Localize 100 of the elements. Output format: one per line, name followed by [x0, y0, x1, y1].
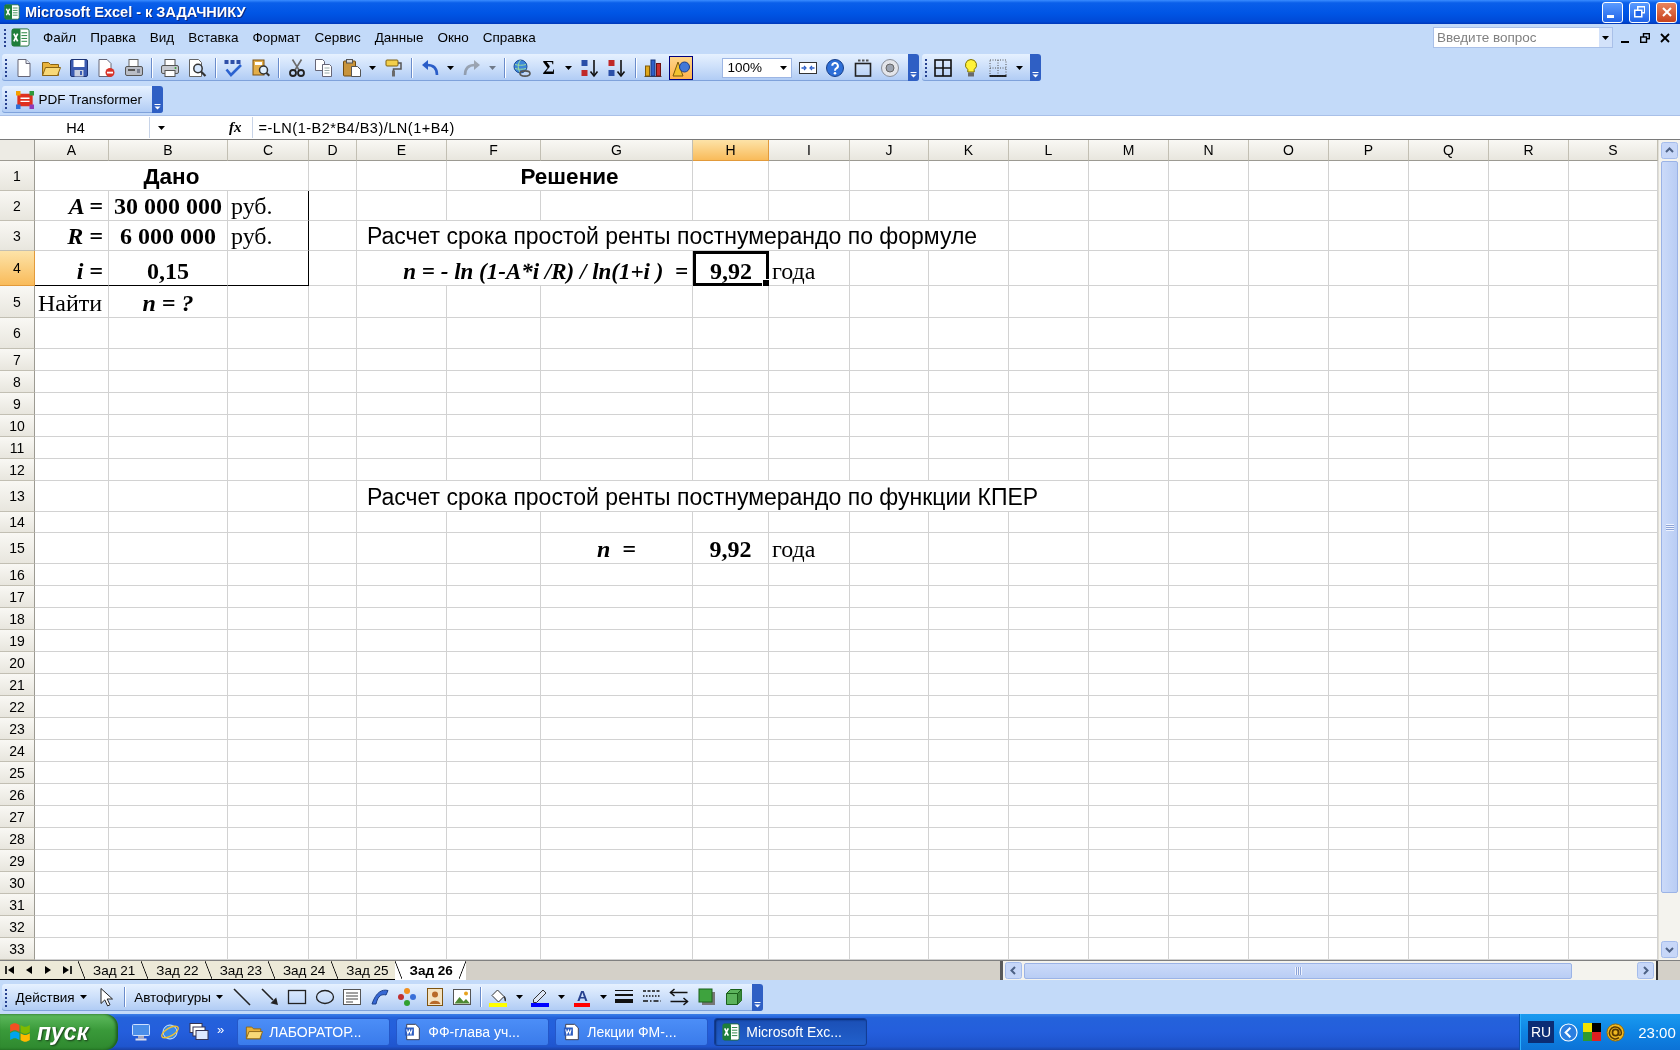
column-header[interactable]: B	[109, 140, 228, 161]
taskbar-button[interactable]: Лекции ФМ-...	[555, 1018, 709, 1046]
menu-button[interactable]: Действия	[11, 985, 91, 1009]
row-header[interactable]: 27	[0, 806, 35, 828]
row-header[interactable]: 15	[0, 533, 35, 564]
portrait-frame-icon[interactable]	[424, 987, 445, 1007]
dropdown-arrow-icon[interactable]	[780, 65, 788, 70]
document-badge-icon[interactable]	[96, 57, 116, 78]
bar-chart-icon[interactable]	[643, 57, 664, 78]
grip-icon[interactable]	[4, 58, 8, 77]
menu-button[interactable]: Автофигуры	[130, 985, 227, 1009]
column-header[interactable]: L	[1009, 140, 1089, 161]
tray-chevron-icon[interactable]	[1559, 1022, 1579, 1042]
scroll-down-icon[interactable]	[1661, 941, 1678, 958]
swoosh-icon[interactable]	[369, 987, 390, 1007]
row-header[interactable]: 6	[0, 318, 35, 349]
text-box-icon[interactable]	[342, 987, 363, 1007]
picture-icon[interactable]	[452, 987, 473, 1007]
row-header[interactable]: 10	[0, 415, 35, 437]
last-sheet-icon[interactable]	[62, 965, 72, 975]
sheet-cell[interactable]: руб.	[228, 221, 309, 251]
column-header[interactable]: J	[850, 140, 929, 161]
target-circle-icon[interactable]	[880, 57, 901, 78]
column-header[interactable]: H	[693, 140, 769, 161]
row-header[interactable]: 25	[0, 762, 35, 784]
paint-bucket-icon[interactable]	[488, 987, 509, 1007]
shadowed-square-icon[interactable]	[696, 987, 717, 1007]
oval-icon[interactable]	[314, 987, 335, 1007]
row-header[interactable]: 2	[0, 191, 35, 221]
row-header[interactable]: 32	[0, 916, 35, 938]
scroll-right-icon[interactable]	[1637, 962, 1654, 979]
sheet-cell[interactable]: 9,92	[693, 251, 769, 286]
row-header[interactable]: 8	[0, 371, 35, 393]
row-header[interactable]: 24	[0, 740, 35, 762]
column-header[interactable]: F	[447, 140, 541, 161]
rectangle-icon[interactable]	[287, 987, 308, 1007]
menu-item[interactable]: Формат	[245, 28, 308, 47]
menu-item[interactable]: Вид	[142, 28, 182, 47]
page-magnifier-icon[interactable]	[187, 57, 207, 78]
sort-descending-icon[interactable]	[607, 57, 628, 78]
menu-item[interactable]: Данные	[367, 28, 431, 47]
sheet-tab[interactable]: Зад 26	[394, 961, 466, 980]
row-header[interactable]: 26	[0, 784, 35, 806]
scroll-up-icon[interactable]	[1661, 142, 1678, 159]
menu-item[interactable]: Правка	[83, 28, 143, 47]
column-header[interactable]: N	[1169, 140, 1249, 161]
column-header[interactable]: S	[1569, 140, 1658, 161]
dropdown-arrow-icon[interactable]	[369, 65, 376, 70]
vertical-scrollbar[interactable]	[1658, 140, 1680, 960]
toolbar-options-icon[interactable]	[151, 86, 163, 113]
menu-item[interactable]: Вставка	[181, 28, 246, 47]
scroll-left-icon[interactable]	[1005, 962, 1022, 979]
row-header[interactable]: 21	[0, 674, 35, 696]
dropdown-arrow-icon[interactable]	[158, 125, 165, 130]
scissors-icon[interactable]	[286, 57, 307, 78]
copy-icon[interactable]	[314, 57, 334, 78]
book-magnifier-icon[interactable]	[250, 57, 271, 78]
row-header[interactable]: 4	[0, 251, 35, 286]
globe-ring-icon[interactable]	[160, 1022, 180, 1042]
borders-grid-icon[interactable]	[933, 57, 954, 78]
row-header[interactable]: 19	[0, 630, 35, 652]
window-stack-icon[interactable]	[189, 1022, 209, 1042]
minimize-button[interactable]	[1602, 1, 1623, 23]
menu-item[interactable]: Сервис	[307, 28, 368, 47]
row-header[interactable]: 13	[0, 481, 35, 512]
line-icon[interactable]	[232, 987, 253, 1007]
row-header[interactable]: 28	[0, 828, 35, 850]
cube-icon[interactable]	[724, 987, 745, 1007]
restore-icon[interactable]	[1640, 32, 1650, 43]
taskbar-button[interactable]: Microsoft Exc...	[714, 1018, 868, 1046]
sheet-tab[interactable]: Зад 21	[78, 961, 142, 980]
help-icon[interactable]	[825, 57, 846, 78]
close-icon[interactable]	[1660, 32, 1670, 43]
dropdown-arrow-icon[interactable]	[447, 65, 454, 70]
sheet-tab[interactable]: Зад 22	[141, 961, 205, 980]
restore-button[interactable]	[1629, 1, 1650, 23]
menu-item[interactable]: Окно	[430, 28, 476, 47]
paintbrush-icon[interactable]	[383, 57, 404, 78]
autosum-button[interactable]: Σ	[537, 55, 560, 80]
column-header[interactable]: A	[35, 140, 109, 161]
column-header[interactable]: I	[769, 140, 850, 161]
caret-icon[interactable]	[215, 995, 223, 999]
four-squares-icon[interactable]	[1583, 1023, 1602, 1041]
fax-icon[interactable]	[123, 57, 144, 78]
column-header[interactable]: G	[541, 140, 693, 161]
row-header[interactable]: 9	[0, 393, 35, 415]
language-indicator[interactable]: RU	[1528, 1021, 1555, 1043]
scroll-thumb[interactable]	[1024, 962, 1572, 979]
row-header[interactable]: 20	[0, 652, 35, 674]
scroll-thumb[interactable]	[1661, 161, 1678, 893]
formula-field[interactable]: =-LN(1-B2*B4/B3)/LN(1+B4)	[251, 117, 1680, 138]
pen-icon[interactable]	[530, 987, 551, 1007]
taskbar-button[interactable]: ФФ-глава уч...	[396, 1018, 550, 1046]
frame-icon[interactable]	[852, 57, 873, 78]
row-header[interactable]: 18	[0, 608, 35, 630]
row-header[interactable]: 5	[0, 286, 35, 318]
column-header[interactable]: R	[1489, 140, 1569, 161]
next-sheet-icon[interactable]	[43, 965, 53, 975]
previous-sheet-icon[interactable]	[24, 965, 34, 975]
row-header[interactable]: 22	[0, 696, 35, 718]
